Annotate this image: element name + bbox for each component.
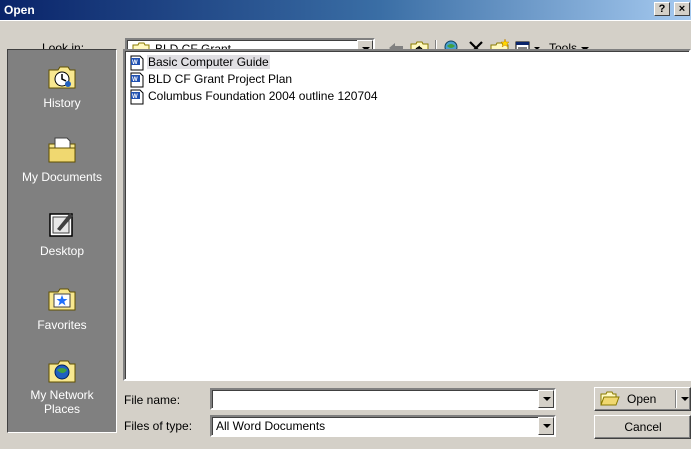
cancel-button[interactable]: Cancel [594,415,691,439]
open-button[interactable]: Open [594,387,691,411]
word-document-icon: W [129,55,145,71]
favorites-icon [46,282,78,314]
help-button[interactable]: ? [654,2,670,16]
chevron-down-icon [681,397,689,401]
file-name-label: File name: [124,393,181,407]
place-my-documents[interactable]: My Documents [8,128,116,198]
file-type-select[interactable]: All Word Documents [210,415,556,437]
place-favorites[interactable]: Favorites [8,276,116,346]
svg-text:W: W [132,77,138,83]
open-folder-icon [600,391,620,406]
my-documents-icon [46,134,78,166]
place-label: My Documents [21,170,103,184]
cancel-button-label: Cancel [624,420,662,434]
open-button-label: Open [627,392,657,406]
file-name: BLD CF Grant Project Plan [148,72,293,86]
network-icon [46,354,78,386]
file-type-dropdown-button[interactable] [538,417,554,435]
title-bar: Open ? × [0,0,691,20]
places-bar: History My Documents Desktop Favorites M… [7,49,117,433]
file-list[interactable]: W Basic Computer Guide W BLD CF Grant Pr… [123,49,691,381]
place-label: Favorites [37,318,87,332]
open-dialog: Look in: BLD CF Grant Tools [0,20,691,449]
desktop-icon [46,208,78,240]
file-name: Basic Computer Guide [147,55,270,69]
place-label: History [43,96,81,110]
file-name: Columbus Foundation 2004 outline 120704 [148,89,378,103]
history-icon [46,60,78,92]
place-label: Desktop [39,244,85,258]
close-button[interactable]: × [674,2,690,16]
file-name-input[interactable] [210,388,556,410]
word-document-icon: W [129,72,145,88]
file-name-dropdown-button[interactable] [538,390,554,408]
place-my-network-places[interactable]: My Network Places [8,348,116,418]
open-dropdown-divider [675,390,677,408]
svg-text:W: W [132,60,138,66]
file-type-label: Files of type: [124,419,193,433]
file-type-value: All Word Documents [216,419,326,433]
place-label: My Network Places [30,388,94,416]
window-title: Open [4,3,35,17]
word-document-icon: W [129,89,145,105]
place-history[interactable]: History [8,54,116,124]
svg-text:W: W [132,94,138,100]
place-desktop[interactable]: Desktop [8,202,116,272]
